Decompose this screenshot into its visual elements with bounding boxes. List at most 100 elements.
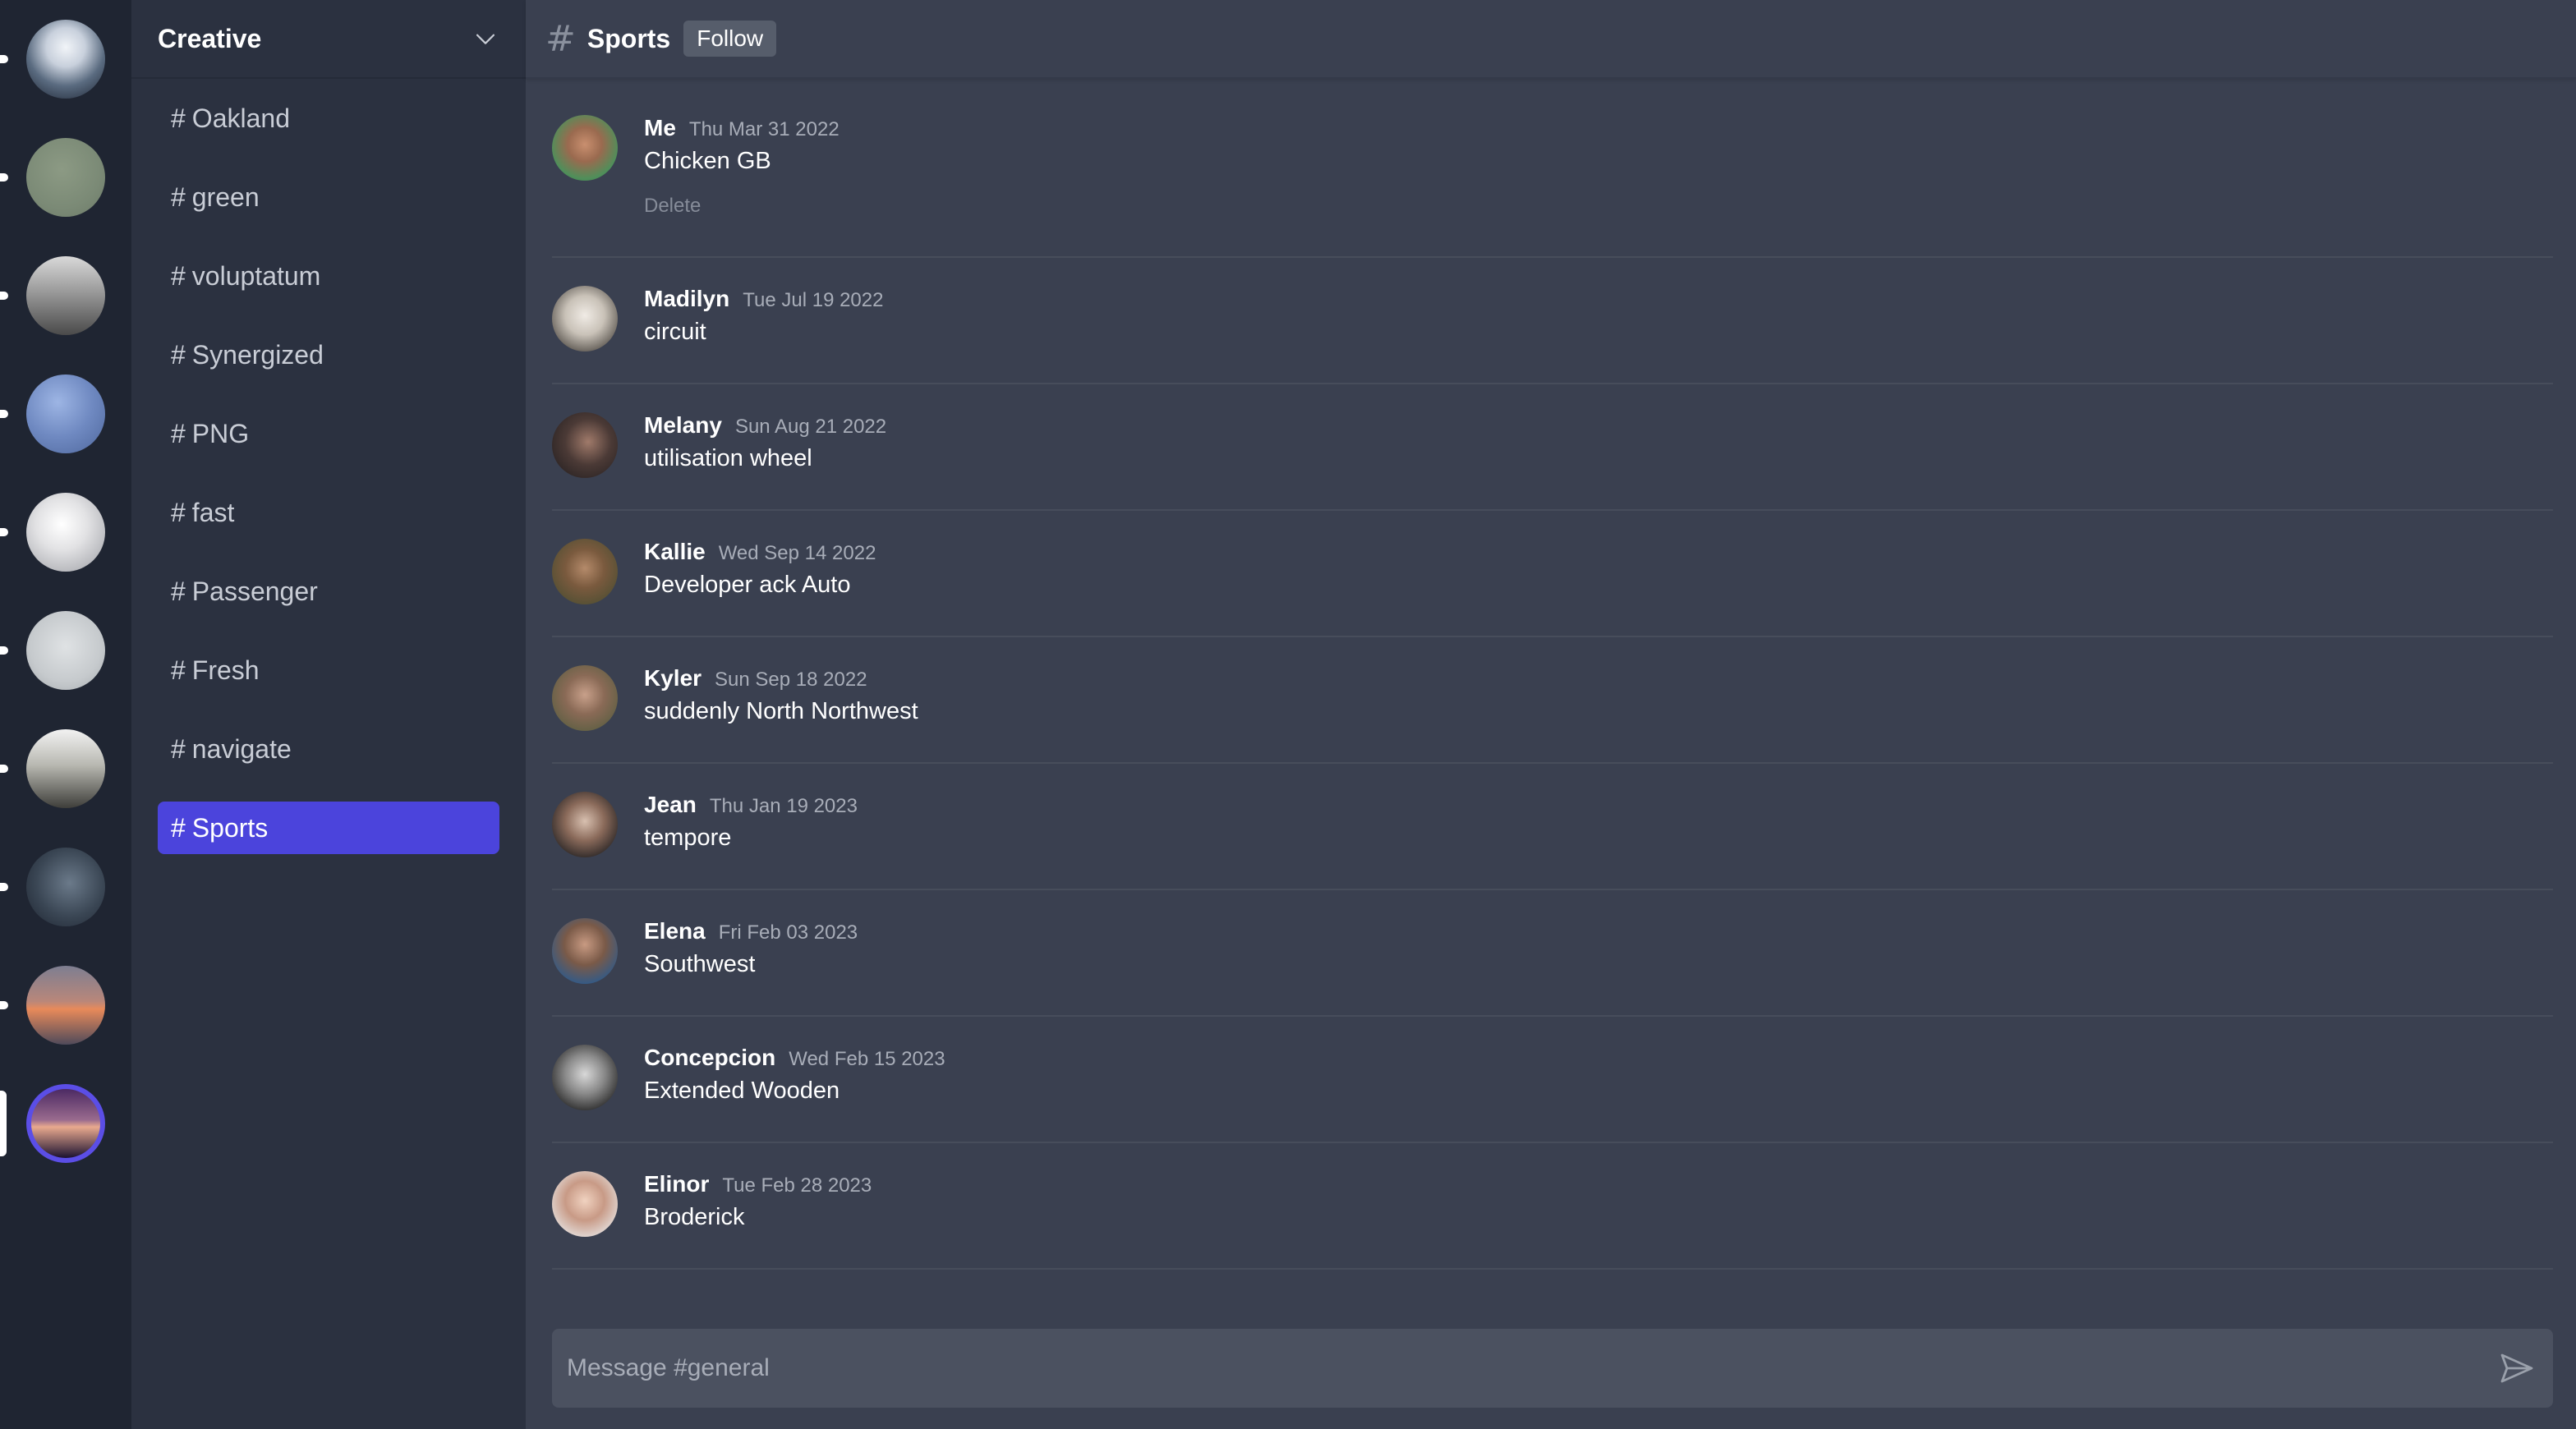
avatar[interactable] [552, 792, 618, 857]
channel-label: Fresh [191, 655, 260, 685]
server-icon-1[interactable] [26, 20, 105, 99]
message-text: Broderick [644, 1204, 745, 1230]
channel-item-png[interactable]: # PNG [158, 407, 499, 460]
hash-icon: # [171, 103, 186, 133]
hash-icon: # [171, 339, 186, 370]
follow-button[interactable]: Follow [683, 21, 777, 57]
avatar[interactable] [552, 412, 618, 478]
message-text: circuit [644, 319, 706, 345]
message-timestamp: Sun Aug 21 2022 [734, 416, 887, 438]
server-icon-4[interactable] [26, 374, 105, 453]
delete-message-button[interactable]: Delete [644, 195, 840, 218]
message-timestamp: Wed Feb 15 2023 [789, 1048, 945, 1070]
channel-item-fast[interactable]: # fast [158, 486, 499, 539]
message-item: Melany Sun Aug 21 2022 utilisation wheel [552, 384, 2553, 511]
message-text: tempore [644, 825, 732, 851]
channel-label: Passenger [191, 576, 318, 606]
avatar[interactable] [552, 1045, 618, 1110]
avatar[interactable] [552, 115, 618, 181]
message-body: Kyler Sun Sep 18 2022 suddenly North North… [644, 665, 918, 762]
message-author[interactable]: Melany [644, 412, 722, 439]
message-header: Concepcion Wed Feb 15 2023 [644, 1045, 945, 1071]
message-body: Elinor Tue Feb 28 2023 Broderick [644, 1171, 872, 1268]
message-item: Kyler Sun Sep 18 2022 suddenly North North… [552, 637, 2553, 764]
server-icon-8[interactable] [26, 848, 105, 926]
channel-label: Sports [191, 812, 269, 843]
message-timestamp: Thu Jan 19 2023 [709, 795, 858, 817]
server-icon-5[interactable] [26, 493, 105, 572]
channel-label: green [191, 181, 260, 212]
avatar[interactable] [552, 1171, 618, 1237]
channel-item-voluptatum[interactable]: # voluptatum [158, 250, 499, 302]
message-author[interactable]: Concepcion [644, 1045, 775, 1071]
server-unread-dot [0, 173, 8, 181]
server-icon-6[interactable] [26, 611, 105, 690]
message-header: Madilyn Tue Jul 19 2022 [644, 286, 883, 312]
message-text: Extended Wooden [644, 1077, 840, 1104]
message-timestamp: Fri Feb 03 2023 [718, 921, 858, 944]
message-header: Elena Fri Feb 03 2023 [644, 918, 858, 944]
server-icon-3[interactable] [26, 256, 105, 335]
message-timestamp: Thu Mar 31 2022 [688, 118, 840, 140]
avatar[interactable] [552, 918, 618, 984]
server-unread-dot [0, 1001, 8, 1009]
channel-item-green[interactable]: # green [158, 171, 499, 223]
message-header: Jean Thu Jan 19 2023 [644, 792, 858, 818]
server-icon-2[interactable] [26, 138, 105, 217]
message-text: Developer ack Auto [644, 572, 851, 598]
message-body: Kallie Wed Sep 14 2022 Developer ack Auto [644, 539, 876, 636]
hash-icon: # [171, 181, 186, 212]
message-item: Concepcion Wed Feb 15 2023 Extended Wooden [552, 1017, 2553, 1143]
hash-icon: # [171, 576, 186, 606]
message-body: Elena Fri Feb 03 2023 Southwest [644, 918, 858, 1015]
message-header: Melany Sun Aug 21 2022 [644, 412, 886, 439]
chevron-down-icon[interactable] [472, 25, 499, 53]
message-author[interactable]: Jean [644, 792, 697, 818]
message-author[interactable]: Kallie [644, 539, 706, 565]
message-item: Kallie Wed Sep 14 2022 Developer ack Auto [552, 511, 2553, 637]
message-item: Me Thu Mar 31 2022 Chicken GB Delete [552, 79, 2553, 258]
channel-item-sports[interactable]: # Sports [158, 802, 499, 854]
channel-item-synergized[interactable]: # Synergized [158, 329, 499, 381]
message-author[interactable]: Me [644, 115, 676, 141]
avatar[interactable] [552, 539, 618, 604]
channel-item-fresh[interactable]: # Fresh [158, 644, 499, 696]
channel-label: navigate [191, 733, 292, 764]
message-header: Kyler Sun Sep 18 2022 [644, 665, 918, 692]
workspace-header[interactable]: Creative [131, 0, 526, 79]
server-unread-dot [0, 410, 8, 418]
channel-title: Sports [586, 23, 671, 53]
message-body: Madilyn Tue Jul 19 2022 circuit [644, 286, 883, 383]
message-list: Me Thu Mar 31 2022 Chicken GB Delete Madilyn… [526, 79, 2576, 1270]
message-author[interactable]: Elena [644, 918, 706, 944]
avatar[interactable] [552, 286, 618, 352]
hash-icon: # [171, 497, 186, 527]
channel-item-passenger[interactable]: # Passenger [158, 565, 499, 618]
avatar[interactable] [552, 665, 618, 731]
message-timestamp: Sun Sep 18 2022 [715, 669, 867, 691]
channel-header: # Sports Follow [526, 0, 2576, 79]
channel-label: PNG [191, 418, 250, 448]
send-icon[interactable] [2497, 1349, 2537, 1388]
message-author[interactable]: Kyler [644, 665, 702, 692]
channel-item-oakland[interactable]: # Oakland [158, 92, 499, 145]
workspace-name: Creative [158, 23, 262, 53]
server-unread-dot [0, 765, 8, 773]
server-icon-10[interactable] [26, 1084, 105, 1163]
hash-icon: # [171, 655, 186, 685]
message-text: utilisation wheel [644, 445, 812, 471]
message-timestamp: Tue Jul 19 2022 [743, 289, 884, 311]
message-body: Me Thu Mar 31 2022 Chicken GB Delete [644, 115, 840, 256]
hash-icon: # [545, 17, 576, 60]
message-input[interactable] [565, 1353, 2497, 1383]
channel-sidebar: Creative # Oakland # green # voluptatum # Syner… [131, 0, 526, 1429]
server-unread-dot [0, 55, 8, 63]
channel-item-navigate[interactable]: # navigate [158, 723, 499, 775]
message-author[interactable]: Madilyn [644, 286, 729, 312]
server-icon-9[interactable] [26, 966, 105, 1045]
channel-label: Oakland [191, 103, 290, 133]
message-author[interactable]: Elinor [644, 1171, 709, 1197]
hash-icon: # [171, 733, 186, 764]
server-icon-7[interactable] [26, 729, 105, 808]
message-item: Elinor Tue Feb 28 2023 Broderick [552, 1143, 2553, 1270]
